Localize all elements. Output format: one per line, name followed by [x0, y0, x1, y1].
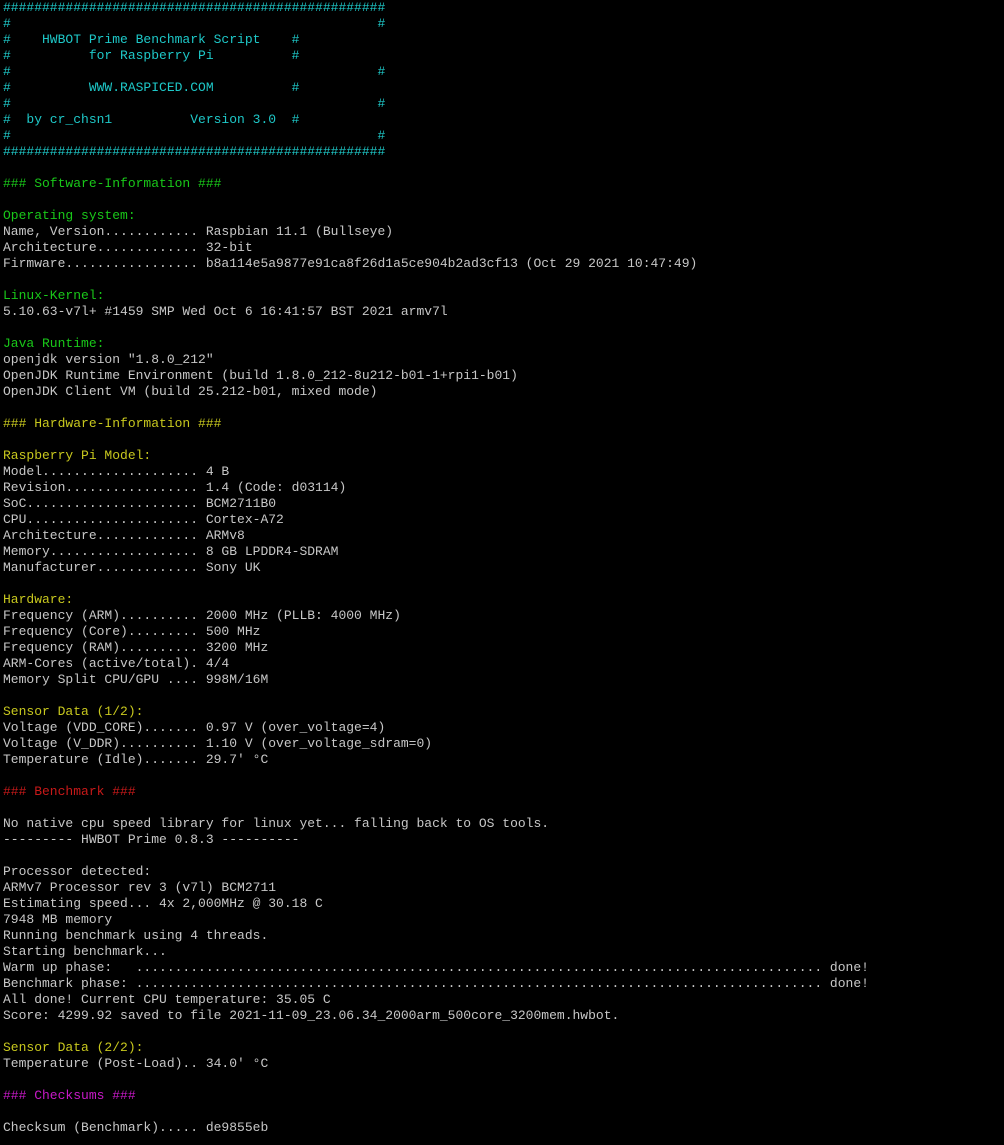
terminal-line: ARMv7 Processor rev 3 (v7l) BCM2711: [3, 880, 277, 895]
terminal-line: ### Checksums ###: [3, 1088, 136, 1103]
terminal-line: Processor detected:: [3, 864, 152, 879]
terminal-line: ARM-Cores (active/total). 4/4: [3, 656, 230, 671]
terminal-line: Frequency (RAM).......... 3200 MHz: [3, 640, 269, 655]
terminal-line: Voltage (VDD_CORE)....... 0.97 V (over_v…: [3, 720, 386, 735]
terminal-line: OpenJDK Client VM (build 25.212-b01, mix…: [3, 384, 378, 399]
terminal-line: Hardware:: [3, 592, 74, 607]
terminal-line: ########################################…: [3, 0, 386, 15]
terminal-line: CPU...................... Cortex-A72: [3, 512, 284, 527]
terminal-line: Architecture............. ARMv8: [3, 528, 245, 543]
terminal-line: ########################################…: [3, 144, 386, 159]
terminal-line: openjdk version "1.8.0_212": [3, 352, 214, 367]
terminal-line: Sensor Data (2/2):: [3, 1040, 144, 1055]
terminal-line: # #: [3, 16, 386, 31]
terminal-line: Temperature (Post-Load).. 34.0' °C: [3, 1056, 269, 1071]
terminal-line: Memory Split CPU/GPU .... 998M/16M: [3, 672, 269, 687]
terminal-line: Sensor Data (1/2):: [3, 704, 144, 719]
terminal-window[interactable]: ########################################…: [0, 0, 1004, 1145]
terminal-line: Architecture............. 32-bit: [3, 240, 253, 255]
terminal-line: # for Raspberry Pi #: [3, 48, 300, 63]
terminal-line: --------- HWBOT Prime 0.8.3 ----------: [3, 832, 300, 847]
terminal-line: ### Benchmark ###: [3, 784, 136, 799]
terminal-line: Memory................... 8 GB LPDDR4-SD…: [3, 544, 339, 559]
terminal-line: Checksum (Benchmark)..... de9855eb: [3, 1120, 269, 1135]
terminal-line: All done! Current CPU temperature: 35.05…: [3, 992, 331, 1007]
terminal-line: # by cr_chsn1 Version 3.0 #: [3, 112, 300, 127]
terminal-line: Running benchmark using 4 threads.: [3, 928, 269, 943]
terminal-line: ### Software-Information ###: [3, 176, 222, 191]
terminal-line: Name, Version............ Raspbian 11.1 …: [3, 224, 394, 239]
terminal-line: 5.10.63-v7l+ #1459 SMP Wed Oct 6 16:41:5…: [3, 304, 448, 319]
terminal-line: # #: [3, 64, 386, 79]
terminal-line: # HWBOT Prime Benchmark Script #: [3, 32, 300, 47]
terminal-line: Firmware................. b8a114e5a9877e…: [3, 256, 698, 271]
terminal-line: Warm up phase: .........................…: [3, 960, 869, 975]
terminal-line: Temperature (Idle)....... 29.7' °C: [3, 752, 269, 767]
terminal-line: Revision................. 1.4 (Code: d03…: [3, 480, 347, 495]
terminal-line: Score: 4299.92 saved to file 2021-11-09_…: [3, 1008, 620, 1023]
terminal-line: SoC...................... BCM2711B0: [3, 496, 277, 511]
terminal-line: # WWW.RASPICED.COM #: [3, 80, 300, 95]
terminal-line: Java Runtime:: [3, 336, 105, 351]
terminal-line: OpenJDK Runtime Environment (build 1.8.0…: [3, 368, 518, 383]
terminal-line: Frequency (ARM).......... 2000 MHz (PLLB…: [3, 608, 401, 623]
terminal-line: Raspberry Pi Model:: [3, 448, 152, 463]
terminal-line: # #: [3, 128, 386, 143]
terminal-line: Estimating speed... 4x 2,000MHz @ 30.18 …: [3, 896, 323, 911]
terminal-line: Operating system:: [3, 208, 136, 223]
terminal-line: Voltage (V_DDR).......... 1.10 V (over_v…: [3, 736, 433, 751]
terminal-line: Frequency (Core)......... 500 MHz: [3, 624, 261, 639]
terminal-line: # #: [3, 96, 386, 111]
terminal-line: No native cpu speed library for linux ye…: [3, 816, 550, 831]
terminal-line: Model.................... 4 B: [3, 464, 230, 479]
terminal-line: Benchmark phase: .......................…: [3, 976, 869, 991]
terminal-line: ### Hardware-Information ###: [3, 416, 222, 431]
terminal-line: Linux-Kernel:: [3, 288, 105, 303]
terminal-line: Manufacturer............. Sony UK: [3, 560, 261, 575]
terminal-line: 7948 MB memory: [3, 912, 113, 927]
terminal-line: Starting benchmark...: [3, 944, 167, 959]
